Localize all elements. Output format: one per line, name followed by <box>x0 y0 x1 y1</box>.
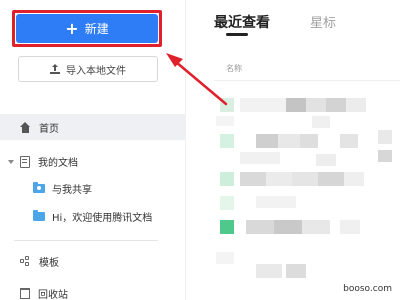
sidebar-item-label: 我的文档 <box>38 158 78 169</box>
sidebar-item-trash[interactable]: 回收站 <box>20 286 68 300</box>
header-divider <box>214 80 400 81</box>
column-header-name: 名称 <box>226 64 242 73</box>
template-icon <box>20 256 31 267</box>
sidebar: + 新建 导入本地文件 首页 我的文档 与我共享 Hi，欢迎使用腾讯文档 模板 … <box>0 0 186 300</box>
tab-recent[interactable]: 最近查看 <box>214 12 270 32</box>
tab-starred[interactable]: 星标 <box>310 12 336 31</box>
sidebar-item-label: 回收站 <box>38 290 68 300</box>
sidebar-item-welcome-doc[interactable]: Hi，欢迎使用腾讯文档 <box>33 209 152 224</box>
new-button-label: 新建 <box>84 22 109 36</box>
sidebar-item-label: 与我共享 <box>52 185 92 196</box>
new-button[interactable]: + 新建 <box>16 14 158 43</box>
home-icon <box>20 121 31 133</box>
active-tab-indicator <box>226 33 248 36</box>
watermark: booso.com <box>343 284 392 294</box>
import-local-file-button[interactable]: 导入本地文件 <box>18 56 158 82</box>
sidebar-item-shared[interactable]: 与我共享 <box>33 181 92 196</box>
sidebar-item-home[interactable]: 首页 <box>0 114 186 140</box>
upload-icon <box>50 64 60 74</box>
trash-icon <box>20 288 30 299</box>
blurred-file-list <box>216 92 400 300</box>
sidebar-item-templates[interactable]: 模板 <box>20 254 59 269</box>
import-button-label: 导入本地文件 <box>66 65 126 77</box>
shared-folder-icon <box>33 182 45 193</box>
folder-icon <box>33 210 45 221</box>
plus-icon: + <box>65 18 79 38</box>
document-icon <box>20 155 30 168</box>
sidebar-item-label: 模板 <box>39 258 59 269</box>
sidebar-item-label: Hi，欢迎使用腾讯文档 <box>52 213 153 224</box>
sidebar-divider <box>14 240 158 241</box>
sidebar-item-my-docs[interactable]: 我的文档 <box>8 154 78 169</box>
sidebar-item-label: 首页 <box>39 123 59 135</box>
main-content: 最近查看 星标 名称 <box>186 0 400 300</box>
caret-down-icon[interactable] <box>8 159 14 164</box>
